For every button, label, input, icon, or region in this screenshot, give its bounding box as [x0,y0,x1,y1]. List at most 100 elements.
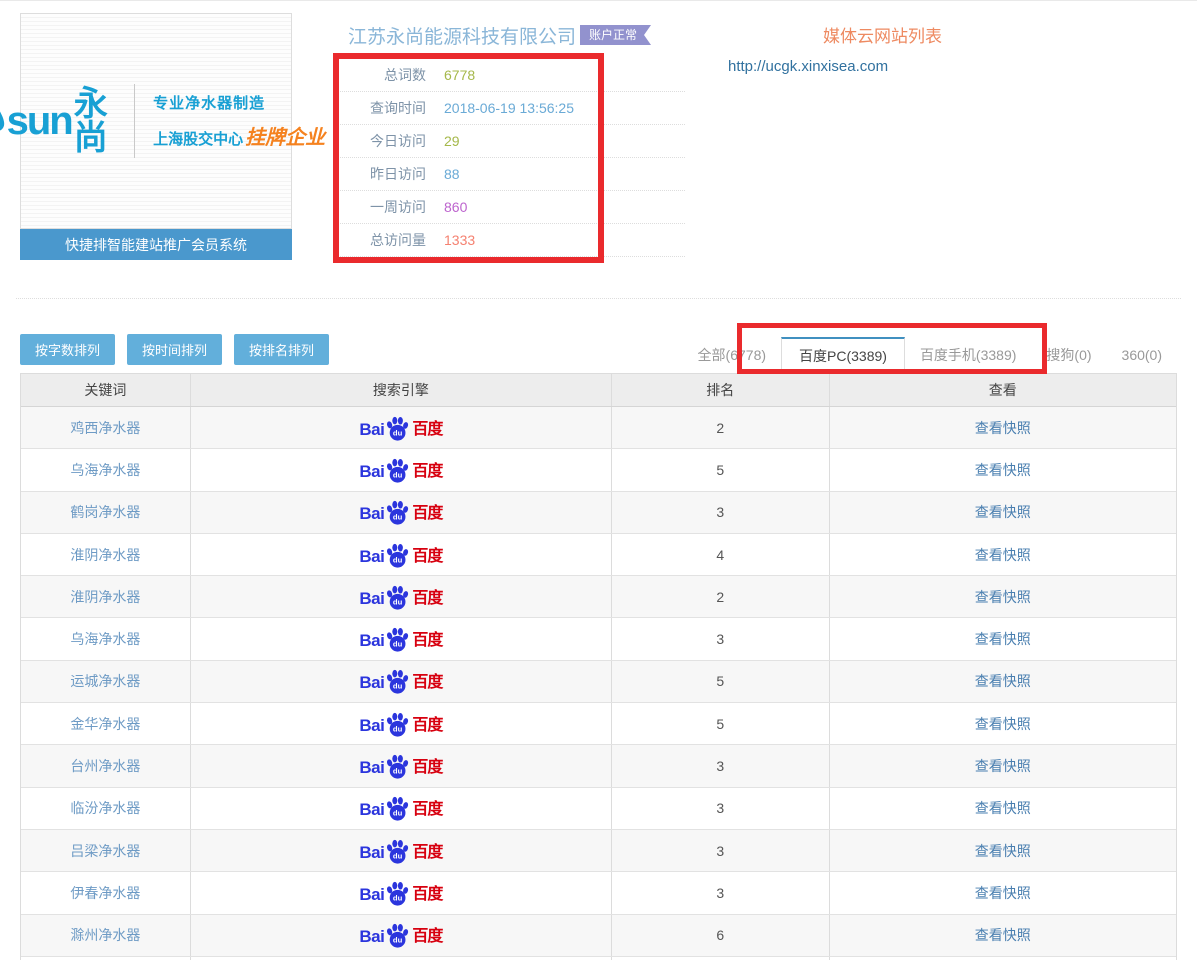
table-row: 金华净水器 Bai du 百度 [21,703,1176,745]
svg-text:du: du [393,809,403,818]
view-cell: 查看快照 [830,534,1176,575]
column-header-rank: 排名 [612,374,830,406]
engine-tab[interactable]: 360(0) [1107,337,1177,373]
stat-label: 查询时间 [340,98,426,118]
member-system-banner-button[interactable]: 快捷排智能建站推广会员系统 [20,229,292,260]
engine-cell: Bai du 百度 [191,661,612,702]
keyword-cell[interactable]: 金华净水器 [21,703,191,744]
view-cell: 查看快照 [830,788,1176,829]
stat-value: 29 [444,133,460,149]
keyword-cell[interactable]: 台州净水器 [21,745,191,786]
keyword-cell[interactable]: 鹤岗净水器 [21,492,191,533]
column-header-keyword: 关键词 [21,374,191,406]
view-cell: 查看快照 [830,872,1176,913]
view-cell: 查看快照 [830,407,1176,448]
table-row: 运城净水器 Bai du 百度 [21,661,1176,703]
baidu-paw-icon: du [385,500,410,525]
table-row: 滁州净水器 Bai du 百度 [21,915,1176,957]
logo-tagline-2-prefix: 上海股交中心 [153,131,243,148]
view-cell: 查看快照 [830,661,1176,702]
view-cell: 查看快照 [830,449,1176,490]
company-logo-box: sun 永尚 专业净水器制造 上海股交中心挂牌企业 [20,13,292,229]
engine-cell: Bai du 百度 [191,618,612,659]
account-status-badge: 账户正常 [580,25,651,45]
logo-taglines: 专业净水器制造 上海股交中心挂牌企业 [153,92,325,150]
keyword-cell[interactable]: 滁州净水器 [21,915,191,956]
stat-label: 总访问量 [340,230,426,250]
baidu-paw-icon: du [385,881,410,906]
baidu-logo-bai-text: Bai [359,463,384,482]
engine-tab[interactable]: 全部(6778) [683,337,781,373]
view-snapshot-link[interactable]: 查看快照 [975,545,1031,565]
view-snapshot-link[interactable]: 查看快照 [975,629,1031,649]
svg-text:du: du [393,597,403,606]
stat-label: 昨日访问 [340,164,426,184]
sort-button[interactable]: 按字数排列 [20,334,115,365]
keyword-cell[interactable]: 乌海净水器 [21,618,191,659]
svg-text:du: du [393,428,403,437]
engine-cell: Bai du 百度 [191,703,612,744]
keyword-cell[interactable]: 伊春净水器 [21,872,191,913]
rank-cell: 3 [612,788,830,829]
section-divider [16,298,1181,299]
baidu-logo-bai-text: Bai [359,590,384,609]
engine-cell: Bai du 百度 [191,745,612,786]
column-header-engine: 搜索引擎 [191,374,612,406]
baidu-logo-cn-text: 百度 [412,675,442,693]
keyword-cell[interactable]: 淮阴净水器 [21,534,191,575]
engine-cell: Bai du 百度 [191,534,612,575]
view-snapshot-link[interactable]: 查看快照 [975,418,1031,438]
engine-cell: Bai du 百度 [191,407,612,448]
engine-tabs: 全部(6778) 百度PC(3389) 百度手机(3389) 搜狗(0) 360… [683,337,1177,373]
engine-tab[interactable]: 百度PC(3389) [781,337,905,373]
table-row: 台州净水器 Bai du 百度 [21,745,1176,787]
keyword-cell[interactable]: 乌海净水器 [21,449,191,490]
rank-cell: 3 [612,830,830,871]
baidu-logo-cn-text: 百度 [412,591,442,609]
baidu-logo-cn-text: 百度 [412,464,442,482]
keyword-cell[interactable]: 淮阴净水器 [21,576,191,617]
sort-button-group: 按字数排列 按时间排列 按排名排列 [20,334,329,365]
column-header-view: 查看 [830,374,1176,406]
view-snapshot-link[interactable]: 查看快照 [975,502,1031,522]
baidu-logo: Bai du 百度 [359,839,442,863]
view-snapshot-link[interactable]: 查看快照 [975,798,1031,818]
baidu-logo-cn-text: 百度 [412,549,442,567]
view-snapshot-link[interactable]: 查看快照 [975,756,1031,776]
baidu-logo: Bai du 百度 [359,923,442,947]
engine-tab[interactable]: 百度手机(3389) [905,337,1031,373]
rank-cell: 4 [612,534,830,575]
engine-tab[interactable]: 搜狗(0) [1031,337,1106,373]
view-snapshot-link[interactable]: 查看快照 [975,925,1031,945]
sort-button[interactable]: 按时间排列 [127,334,222,365]
baidu-paw-icon: du [385,627,410,652]
view-snapshot-link[interactable]: 查看快照 [975,587,1031,607]
table-row: 乌海净水器 Bai du 百度 [21,618,1176,660]
view-snapshot-link[interactable]: 查看快照 [975,883,1031,903]
baidu-logo-bai-text: Bai [359,928,384,947]
rank-cell: 6 [612,915,830,956]
rank-cell: 3 [612,872,830,913]
keyword-cell[interactable]: 运城净水器 [21,661,191,702]
baidu-logo-cn-text: 百度 [412,887,442,905]
rank-cell: 2 [612,576,830,617]
view-snapshot-link[interactable]: 查看快照 [975,460,1031,480]
baidu-paw-icon: du [385,754,410,779]
sort-button[interactable]: 按排名排列 [234,334,329,365]
rank-cell: 5 [612,661,830,702]
view-snapshot-link[interactable]: 查看快照 [975,714,1031,734]
baidu-logo-cn-text: 百度 [412,802,442,820]
keyword-cell[interactable]: 鸡西净水器 [21,407,191,448]
view-cell: 查看快照 [830,703,1176,744]
site-url-link[interactable]: http://ucgk.xinxisea.com [728,58,888,75]
view-snapshot-link[interactable]: 查看快照 [975,841,1031,861]
baidu-logo: Bai du 百度 [359,543,442,567]
logo-mark: sun 永尚 [0,87,118,155]
stat-row: 总访问量 1333 [340,224,685,257]
company-logo: sun 永尚 专业净水器制造 上海股交中心挂牌企业 [0,84,325,158]
svg-text:du: du [393,851,403,860]
keyword-cell[interactable]: 吕梁净水器 [21,830,191,871]
baidu-paw-icon: du [385,712,410,737]
keyword-cell[interactable]: 临汾净水器 [21,788,191,829]
view-snapshot-link[interactable]: 查看快照 [975,671,1031,691]
